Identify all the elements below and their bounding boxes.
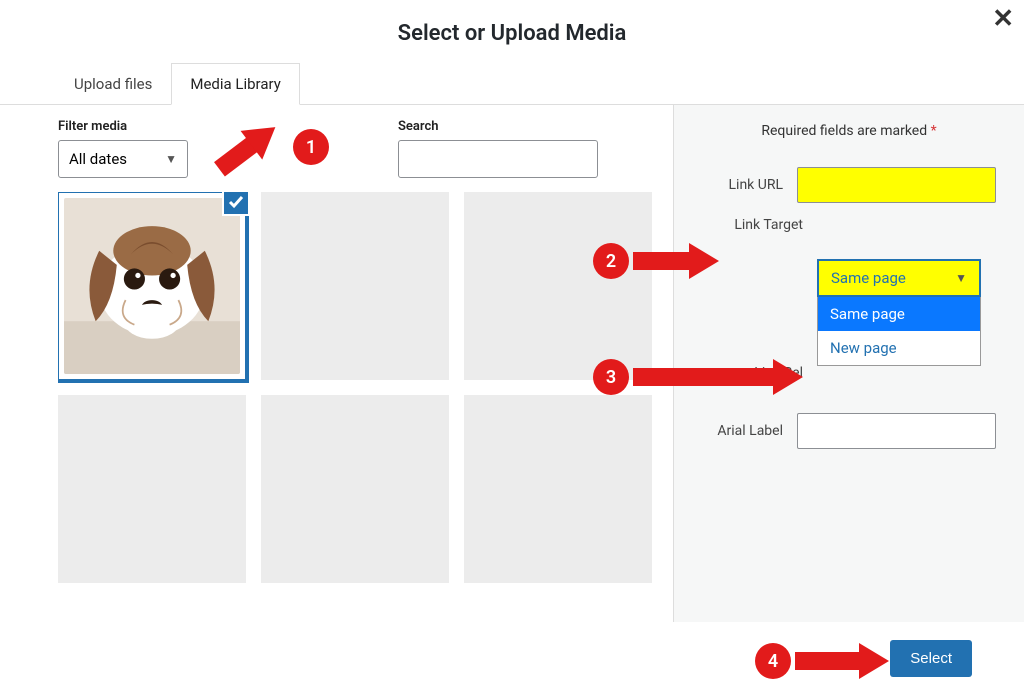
link-target-option-new-page[interactable]: New page (818, 331, 980, 365)
aria-label-label: Arial Label (702, 423, 797, 439)
tab-upload-files[interactable]: Upload files (55, 63, 171, 105)
tab-bar: Upload files Media Library (0, 62, 1024, 104)
link-target-value: Same page (831, 269, 906, 287)
search-input[interactable] (398, 140, 598, 178)
media-thumbnail[interactable] (261, 395, 449, 583)
media-thumbnail-image (64, 198, 240, 374)
link-url-row: Link URL (702, 167, 996, 203)
filter-bar: Filter media All dates ▼ Search (58, 119, 653, 178)
callout-number: 3 (593, 359, 629, 395)
aria-label-row: Arial Label (702, 413, 996, 449)
link-target-row: Link Target Same page ▼ Same page New pa… (702, 217, 996, 233)
media-thumbnail[interactable] (464, 395, 652, 583)
media-grid (58, 192, 653, 583)
media-browser: Filter media All dates ▼ Search ▲ (0, 105, 674, 624)
media-grid-wrap: ▲ (58, 192, 653, 602)
link-target-option-same-page[interactable]: Same page (818, 297, 980, 331)
modal-title: Select or Upload Media (0, 0, 1024, 62)
required-star-icon: * (931, 123, 937, 139)
chevron-down-icon: ▼ (165, 152, 177, 166)
media-thumbnail[interactable] (464, 192, 652, 380)
annotation-callout-3: 3 (593, 359, 775, 395)
filter-media-group: Filter media All dates ▼ (58, 119, 188, 178)
modal-content: Filter media All dates ▼ Search ▲ (0, 104, 1024, 624)
tab-media-library[interactable]: Media Library (171, 63, 299, 105)
annotation-callout-4: 4 (755, 643, 861, 679)
dog-photo-icon (64, 198, 240, 374)
media-modal: ✕ Select or Upload Media Upload files Me… (0, 0, 1024, 694)
select-button[interactable]: Select (890, 640, 972, 677)
link-url-input[interactable] (797, 167, 996, 203)
link-target-label: Link Target (702, 217, 817, 233)
date-filter-value: All dates (69, 150, 127, 168)
link-target-select[interactable]: Same page ▼ Same page New page (817, 259, 981, 366)
search-label: Search (398, 119, 598, 134)
annotation-callout-1: 1 (253, 135, 295, 153)
media-thumbnail[interactable] (58, 395, 246, 583)
link-target-dropdown: Same page New page (817, 297, 981, 366)
media-thumbnail-selected[interactable] (58, 192, 246, 380)
required-fields-note: Required fields are marked * (702, 123, 996, 139)
aria-label-input[interactable] (797, 413, 996, 449)
media-thumbnail[interactable] (261, 192, 449, 380)
link-target-select-button[interactable]: Same page ▼ (817, 259, 981, 297)
checkmark-icon (222, 192, 250, 216)
link-url-label: Link URL (702, 177, 797, 193)
callout-number: 1 (293, 129, 329, 165)
callout-number: 2 (593, 243, 629, 279)
callout-number: 4 (755, 643, 791, 679)
chevron-down-icon: ▼ (955, 271, 967, 285)
search-group: Search (398, 119, 598, 178)
annotation-callout-2: 2 (593, 243, 691, 279)
close-icon[interactable]: ✕ (992, 6, 1014, 32)
date-filter-select[interactable]: All dates ▼ (58, 140, 188, 178)
filter-media-label: Filter media (58, 119, 188, 134)
